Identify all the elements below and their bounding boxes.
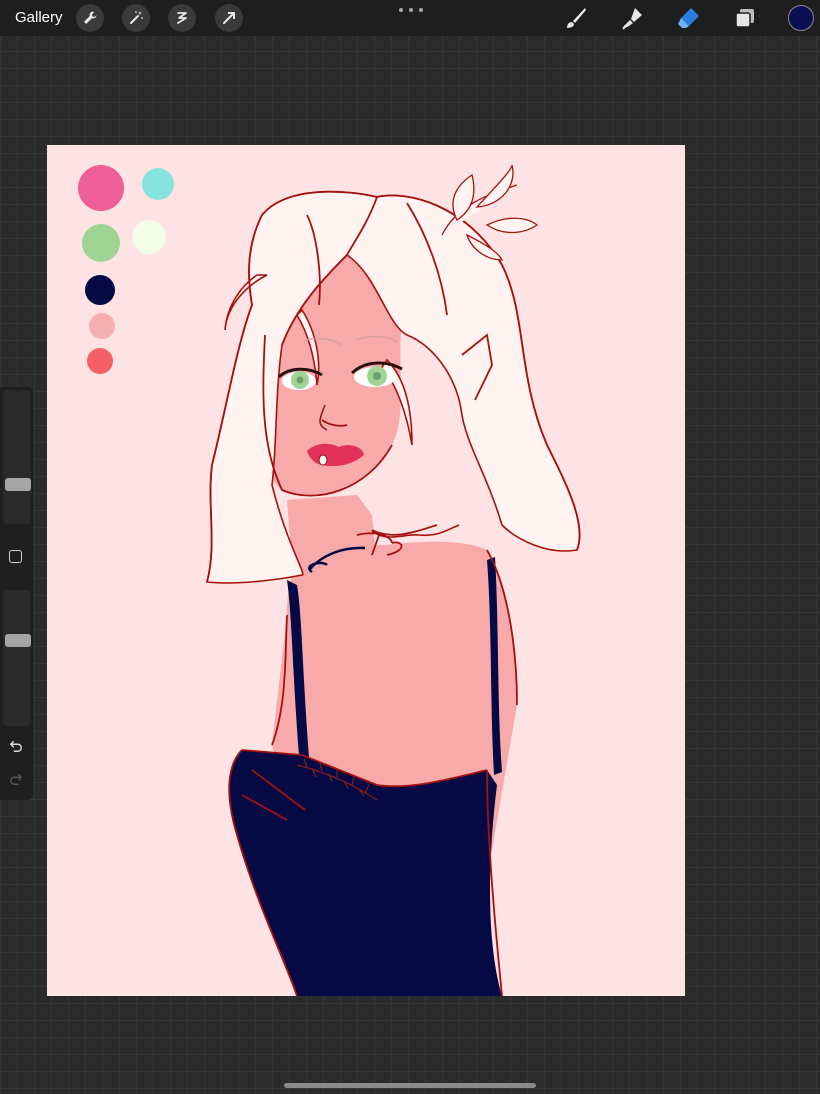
left-sidebar <box>0 387 33 800</box>
palette-swatch-light-pink <box>89 313 115 339</box>
redo-icon <box>10 773 22 785</box>
palette-swatch-navy <box>85 275 115 305</box>
top-toolbar: Gallery <box>0 0 820 36</box>
gallery-button[interactable]: Gallery <box>15 9 63 26</box>
transform-arrow-icon <box>223 12 235 24</box>
magic-wand-icon <box>130 11 143 24</box>
artwork <box>47 145 685 996</box>
brush-icon <box>567 8 586 28</box>
selection-button[interactable] <box>168 4 196 32</box>
brush-button[interactable] <box>563 5 589 31</box>
palette-swatch-coral <box>87 348 113 374</box>
modify-button[interactable] <box>9 550 22 563</box>
selection-icon <box>177 12 187 24</box>
palette-swatch-green <box>82 224 120 262</box>
palette-swatch-pink <box>78 165 124 211</box>
smudge-button[interactable] <box>619 5 645 31</box>
brush-size-slider[interactable] <box>3 390 31 524</box>
wrench-icon <box>84 11 97 24</box>
current-color-button[interactable] <box>788 5 814 31</box>
eraser-button[interactable] <box>675 5 701 31</box>
eraser-icon <box>678 8 699 28</box>
undo-icon <box>10 740 22 752</box>
adjustments-button[interactable] <box>122 4 150 32</box>
opacity-slider[interactable] <box>3 590 31 726</box>
brush-size-slider-thumb[interactable] <box>5 478 31 492</box>
more-dots-icon[interactable] <box>399 4 423 16</box>
redo-button[interactable] <box>6 769 26 789</box>
undo-button[interactable] <box>6 736 26 756</box>
opacity-slider-thumb[interactable] <box>5 634 31 648</box>
layers-icon <box>735 9 754 28</box>
actions-wrench-button[interactable] <box>76 4 104 32</box>
palette-swatch-cream <box>132 220 166 254</box>
home-indicator <box>284 1083 536 1088</box>
smudge-icon <box>622 8 642 30</box>
layers-button[interactable] <box>732 5 758 31</box>
drawing-canvas[interactable] <box>47 145 685 996</box>
transform-button[interactable] <box>215 4 243 32</box>
palette-swatch-aqua <box>142 168 174 200</box>
